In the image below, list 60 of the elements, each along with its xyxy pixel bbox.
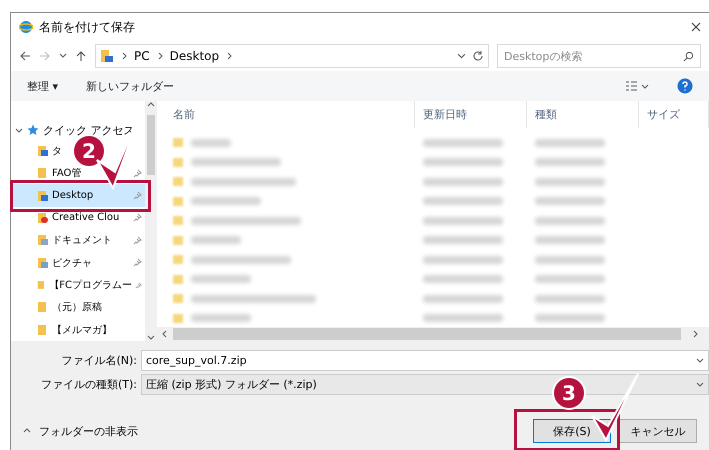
sidebar-item[interactable]: タ (11, 140, 65, 162)
dropdown-icon[interactable] (696, 380, 704, 388)
sidebar-item[interactable]: Desktop (11, 184, 145, 207)
chevron-icon[interactable] (225, 52, 234, 60)
folder-folder-icon (37, 167, 49, 180)
desktop-folder-icon (37, 190, 49, 202)
new-folder-button[interactable]: 新しいフォルダー (86, 78, 174, 94)
view-options-icon[interactable] (625, 80, 649, 92)
sidebar-item[interactable]: （元）原稿 (11, 296, 105, 319)
sidebar-item[interactable]: 【FCプログラムー (11, 274, 145, 296)
checkmark-icon (590, 372, 640, 442)
horizontal-scrollbar[interactable] (157, 327, 709, 341)
dropdown-icon[interactable] (696, 356, 704, 364)
breadcrumb[interactable]: Desktop (170, 49, 220, 63)
sidebar-item[interactable]: Creative Clou (11, 206, 145, 230)
desktop-folder-icon (100, 49, 114, 63)
column-header[interactable]: 更新日時 (415, 101, 527, 128)
chevron-icon[interactable] (156, 52, 164, 60)
picture-folder-icon (37, 256, 49, 269)
search-icon (683, 50, 694, 62)
dropdown-icon[interactable] (457, 52, 466, 60)
dropdown-icon[interactable] (59, 52, 67, 60)
help-icon[interactable] (677, 78, 693, 94)
filename-field[interactable]: core_sup_vol.7.zip (141, 350, 709, 370)
search-field[interactable]: Desktopの検索 (497, 44, 701, 68)
back-arrow-icon[interactable] (19, 50, 31, 62)
up-arrow-icon[interactable] (75, 50, 87, 62)
refresh-icon[interactable] (472, 50, 484, 62)
star-icon (27, 124, 39, 136)
folder-folder-icon (37, 279, 46, 292)
browser-logo-icon (19, 20, 33, 34)
sidebar-item[interactable]: ピクチャ (11, 252, 145, 274)
column-header[interactable]: 種類 (527, 101, 639, 128)
column-header[interactable]: サイズ (639, 101, 709, 128)
window-title: 名前を付けて保存 (39, 18, 136, 36)
column-header[interactable]: 名前 (165, 101, 415, 128)
folder-folder-icon (37, 324, 49, 336)
folder-folder-icon (37, 301, 49, 314)
scrollbar-thumb[interactable] (147, 115, 155, 175)
scroll-left-icon[interactable] (161, 330, 169, 338)
hide-folders-link[interactable]: フォルダーの非表示 (39, 424, 525, 438)
expand-chevron-icon[interactable] (15, 126, 23, 134)
organize-menu[interactable]: 整理 ▾ (27, 78, 58, 94)
scroll-right-icon[interactable] (691, 330, 699, 338)
collapse-chevron-icon[interactable] (23, 427, 31, 435)
breadcrumb[interactable]: PC (134, 49, 150, 63)
document-folder-icon (37, 234, 49, 246)
scrollbar[interactable] (145, 101, 157, 341)
field-label: ファイルの種類(T): (40, 376, 138, 392)
sidebar-item[interactable]: ドキュメント (11, 229, 145, 252)
cloud-folder-icon (37, 212, 49, 224)
field-label: ファイル名(N): (60, 352, 138, 368)
scroll-down-icon[interactable] (147, 333, 155, 341)
chevron-icon[interactable] (120, 52, 128, 60)
close-icon[interactable] (691, 22, 701, 32)
scroll-up-icon[interactable] (147, 101, 155, 109)
sidebar-item[interactable]: 【メルマガ】 (11, 318, 115, 342)
download-folder-icon (37, 144, 49, 157)
address-bar[interactable]: PC Desktop (95, 44, 489, 68)
cancel-button[interactable]: キャンセル (619, 419, 697, 443)
